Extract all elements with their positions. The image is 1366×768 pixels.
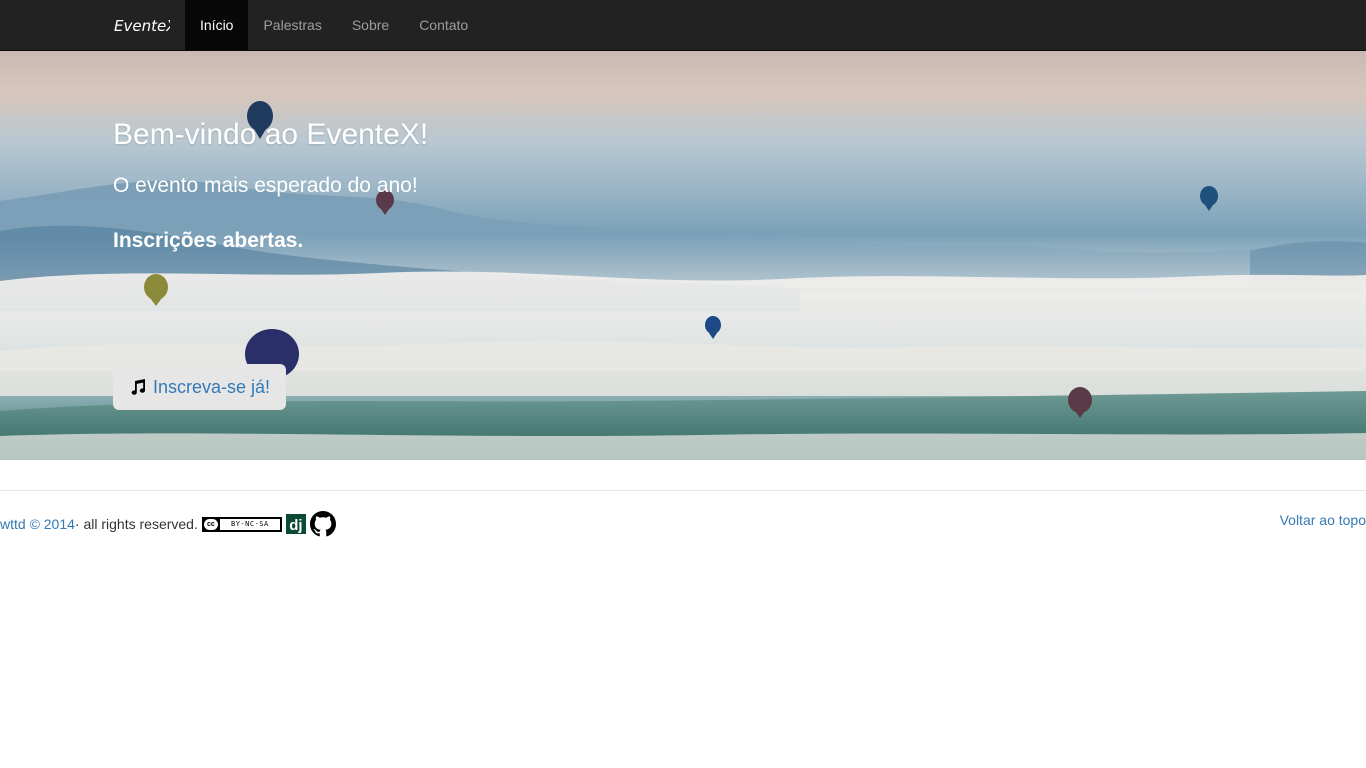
nav-item-sobre[interactable]: Sobre bbox=[337, 0, 404, 50]
nav-item-palestras[interactable]: Palestras bbox=[248, 0, 336, 50]
registration-open-text: Inscrições abertas. bbox=[113, 229, 304, 252]
footer-divider bbox=[0, 490, 1366, 491]
nav-item-inicio[interactable]: Início bbox=[185, 0, 249, 50]
brand-wordmark: EventeX bbox=[114, 17, 170, 35]
cc-license-badge[interactable]: cc BY-NC-SA bbox=[201, 516, 282, 532]
svg-text:EventeX: EventeX bbox=[114, 17, 170, 35]
balloon-icon bbox=[1200, 186, 1218, 211]
nav-item-label: Palestras bbox=[263, 17, 322, 33]
back-to-top-link[interactable]: Voltar ao topo bbox=[1280, 512, 1366, 528]
cc-license-text: BY-NC-SA bbox=[219, 518, 280, 530]
register-button[interactable]: Inscreva-se já! bbox=[113, 364, 287, 410]
brand-logo[interactable]: EventeX bbox=[114, 13, 170, 37]
django-badge[interactable]: dj bbox=[285, 514, 306, 534]
hero-jumbotron: Bem-vindo ao EventeX! O evento mais espe… bbox=[0, 51, 1366, 460]
nav-item-label: Contato bbox=[419, 17, 469, 33]
github-icon[interactable] bbox=[309, 511, 336, 537]
register-button-label: Inscreva-se já! bbox=[153, 376, 271, 397]
nav-item-label: Sobre bbox=[351, 17, 390, 33]
nav-item-contato[interactable]: Contato bbox=[404, 0, 483, 50]
top-navbar: EventeX Início Palestras Sobre Contato bbox=[0, 0, 1366, 51]
nav-item-label: Início bbox=[200, 17, 234, 33]
back-to-top-label: Voltar ao topo bbox=[1279, 512, 1366, 528]
rights-text: · all rights reserved. bbox=[74, 516, 198, 532]
music-note-icon bbox=[131, 379, 146, 395]
credit-link[interactable]: wttd © 2014 bbox=[0, 516, 75, 532]
main-nav: Início Palestras Sobre Contato bbox=[185, 0, 483, 50]
hero-subtitle: O evento mais esperado do ano! bbox=[113, 174, 418, 197]
cc-logo-icon: cc bbox=[203, 518, 218, 530]
footer-credits: wttd © 2014 · all rights reserved. cc BY… bbox=[0, 510, 336, 538]
hero-title: Bem-vindo ao EventeX! bbox=[113, 118, 429, 151]
